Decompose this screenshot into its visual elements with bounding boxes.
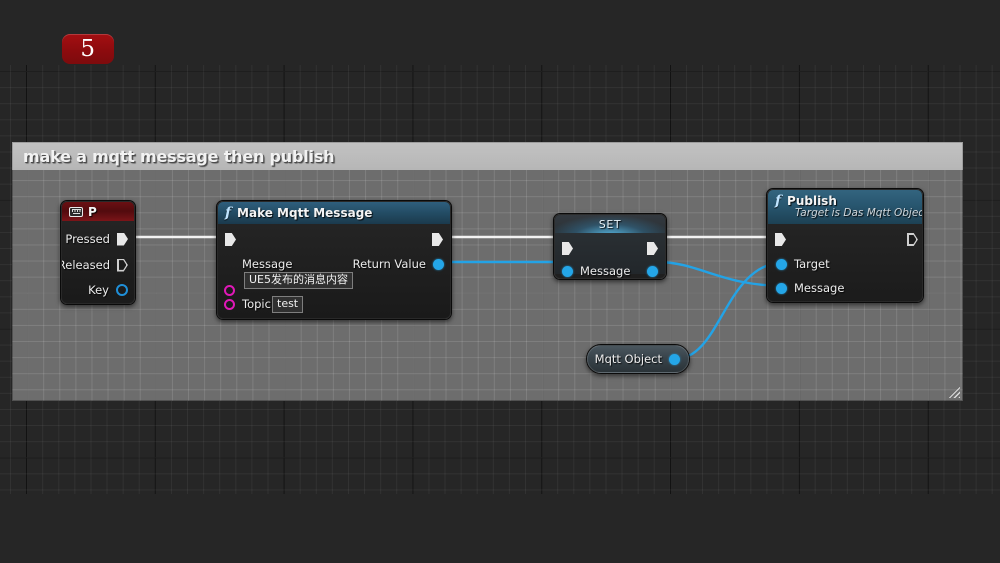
node-make-mqtt-message-body: Message UE5发布的消息内容 Topic test Return Val… (218, 224, 450, 318)
node-keyboard-event-p-titlebar[interactable]: P (62, 202, 134, 221)
keyboard-icon (69, 207, 83, 217)
input-topic-value[interactable]: test (272, 296, 303, 313)
pin-exec-out-make[interactable] (432, 233, 443, 246)
input-message-value[interactable]: UE5发布的消息内容 (244, 272, 353, 289)
pin-label-set-message: Message (580, 264, 630, 278)
node-mqtt-object-title: Mqtt Object (595, 352, 662, 366)
node-make-mqtt-message[interactable]: f Make Mqtt Message Message UE5发布的消息内容 T… (216, 200, 452, 320)
node-set-variable-title: SET (599, 218, 621, 231)
node-publish[interactable]: f Publish Target is Das Mqtt Object Targ… (766, 188, 924, 303)
pin-data-target[interactable] (776, 259, 787, 270)
node-publish-titlebar[interactable]: f Publish Target is Das Mqtt Object (768, 190, 922, 224)
pin-label-publish-message: Message (794, 281, 844, 295)
pin-data-mqtt-object-out[interactable] (669, 354, 680, 365)
pin-label-key: Key (88, 283, 109, 297)
pin-data-message-in[interactable] (224, 285, 235, 296)
node-make-mqtt-message-titlebar[interactable]: f Make Mqtt Message (218, 202, 450, 224)
pin-exec-released[interactable] (117, 259, 128, 272)
node-keyboard-event-p-title: P (88, 205, 97, 219)
pin-exec-pressed[interactable] (117, 233, 128, 246)
node-keyboard-event-p[interactable]: P Pressed Released Key (60, 200, 136, 305)
blueprint-graph-canvas[interactable]: 5 make a mqtt message then publish P (0, 0, 1000, 563)
pin-label-message: Message (242, 257, 292, 271)
comment-resize-grip-icon[interactable] (946, 384, 960, 398)
pin-data-topic-in[interactable] (224, 299, 235, 310)
pin-exec-out-set[interactable] (647, 242, 658, 255)
node-mqtt-object-variable[interactable]: Mqtt Object (586, 344, 690, 374)
node-publish-subtitle: Target is Das Mqtt Object (775, 207, 923, 219)
pin-exec-in-publish[interactable] (775, 233, 786, 246)
pin-exec-in-set[interactable] (562, 242, 573, 255)
pin-label-topic: Topic (242, 297, 271, 311)
node-publish-body: Target Message (768, 224, 922, 302)
pin-label-released: Released (61, 258, 110, 272)
step-number-badge: 5 (62, 34, 114, 64)
comment-box-header[interactable]: make a mqtt message then publish (12, 142, 963, 170)
pin-data-set-message-out[interactable] (647, 266, 658, 277)
pin-data-return-value[interactable] (433, 259, 444, 270)
pin-data-publish-message[interactable] (776, 283, 787, 294)
function-icon: f (225, 205, 231, 221)
pin-data-key[interactable] (116, 284, 128, 296)
node-set-variable-body: Message (555, 233, 665, 274)
pin-label-target: Target (794, 257, 830, 271)
pin-label-return-value: Return Value (353, 257, 426, 271)
comment-box-title: make a mqtt message then publish (23, 147, 334, 166)
pin-exec-in-make[interactable] (225, 233, 236, 246)
node-publish-title: Publish (787, 194, 837, 208)
node-keyboard-event-p-body: Pressed Released Key (62, 221, 134, 300)
node-set-variable[interactable]: SET Message (553, 213, 667, 280)
step-number-label: 5 (80, 38, 95, 61)
pin-label-pressed: Pressed (65, 232, 110, 246)
pin-data-set-message-in[interactable] (562, 266, 573, 277)
node-make-mqtt-message-title: Make Mqtt Message (237, 206, 372, 220)
node-set-variable-titlebar[interactable]: SET (555, 215, 665, 233)
